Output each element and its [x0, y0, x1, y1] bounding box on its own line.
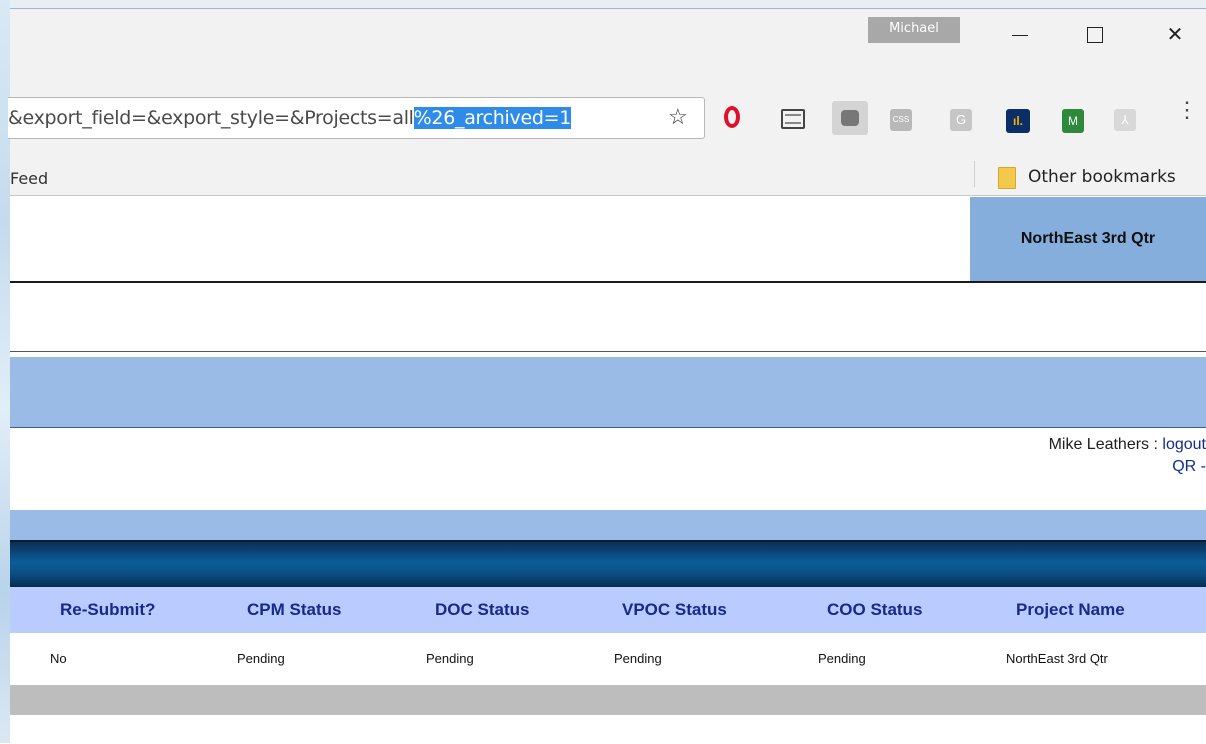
url-text[interactable]: &export_field=&export_style=&Projects=al…: [8, 106, 571, 130]
table-row[interactable]: No Pending Pending Pending Pending North…: [10, 633, 1206, 685]
cell-coo-status: Pending: [818, 651, 866, 666]
dark-banner: [10, 540, 1206, 589]
opera-icon[interactable]: [724, 106, 740, 128]
title-bar: Michael ✕: [10, 9, 1206, 89]
css-viewer-icon[interactable]: CSS: [890, 109, 912, 131]
col-coo-status[interactable]: COO Status: [827, 587, 922, 633]
col-vpoc-status[interactable]: VPOC Status: [622, 587, 727, 633]
browser-menu-icon[interactable]: ⋮: [1176, 99, 1198, 133]
browser-toolbar: &export_field=&export_style=&Projects=al…: [8, 89, 1206, 165]
table-header: Re-Submit? CPM Status DOC Status VPOC St…: [10, 587, 1206, 633]
g-extension-icon[interactable]: G: [950, 109, 972, 131]
analytics-icon[interactable]: ıl.: [1006, 109, 1030, 133]
cell-cpm-status: Pending: [237, 651, 285, 666]
cell-project-name[interactable]: NorthEast 3rd Qtr: [1006, 633, 1108, 685]
bookmark-star-icon[interactable]: ☆: [668, 105, 688, 129]
bookmark-item-feed[interactable]: Feed: [10, 169, 48, 188]
minimize-icon: [1012, 35, 1028, 36]
close-button[interactable]: ✕: [1153, 21, 1197, 47]
maximize-button[interactable]: [1073, 21, 1117, 47]
user-info: Mike Leathers : logout: [1049, 436, 1206, 454]
col-cpm-status[interactable]: CPM Status: [247, 587, 341, 633]
shield-extension-icon[interactable]: M: [1062, 109, 1084, 133]
desktop-top-strip: [10, 0, 1206, 8]
header-rule: [10, 281, 1206, 283]
subnav-band: [10, 510, 1206, 540]
page-content: NorthEast 3rd Qtr Mike Leathers : logout…: [10, 196, 1206, 744]
table-footer-band: [10, 685, 1206, 715]
profile-button[interactable]: Michael: [868, 17, 960, 43]
address-bar[interactable]: &export_field=&export_style=&Projects=al…: [8, 97, 705, 139]
bookmark-separator: [974, 161, 975, 187]
col-resubmit[interactable]: Re-Submit?: [60, 587, 155, 633]
qr-link[interactable]: QR -: [1172, 458, 1206, 476]
screenshot-icon[interactable]: [781, 109, 805, 129]
project-title: NorthEast 3rd Qtr: [1020, 230, 1156, 247]
url-selected: %26_archived=1: [413, 107, 572, 129]
extension-gray-icon[interactable]: [832, 101, 868, 135]
close-icon: ✕: [1166, 22, 1184, 46]
cell-doc-status: Pending: [426, 651, 474, 666]
other-bookmarks[interactable]: Other bookmarks: [1028, 162, 1176, 192]
maximize-icon: [1087, 27, 1103, 43]
pdf-icon[interactable]: ⅄: [1114, 109, 1136, 131]
user-name: Mike Leathers :: [1048, 436, 1158, 453]
project-header-box: NorthEast 3rd Qtr: [970, 197, 1206, 281]
minimize-button[interactable]: [998, 21, 1042, 47]
url-plain: &export_field=&export_style=&Projects=al…: [8, 107, 414, 129]
col-doc-status[interactable]: DOC Status: [435, 587, 529, 633]
col-project-name[interactable]: Project Name: [1016, 587, 1125, 633]
folder-icon: [998, 167, 1016, 189]
section-rule: [10, 351, 1206, 352]
logout-link[interactable]: logout: [1162, 436, 1206, 453]
browser-window: Michael ✕ &export_field=&export_style=&P…: [8, 8, 1206, 744]
cell-resubmit: No: [50, 651, 67, 666]
cell-vpoc-status: Pending: [614, 651, 662, 666]
nav-band: [10, 357, 1206, 428]
